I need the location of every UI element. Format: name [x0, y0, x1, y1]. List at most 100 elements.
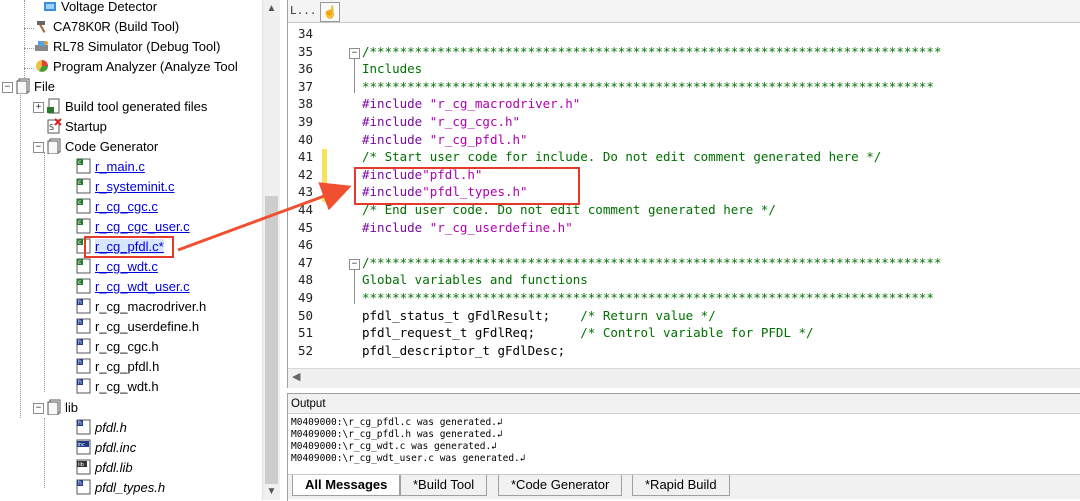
changed-lines-marker: [322, 149, 327, 202]
code-line[interactable]: #include "r_cg_cgc.h": [362, 114, 520, 129]
svg-text:h: h: [78, 339, 82, 346]
scroll-down-icon[interactable]: ▼: [263, 483, 280, 500]
expand-build-files-toggle[interactable]: +: [33, 102, 44, 113]
output-tab[interactable]: *Rapid Build: [632, 475, 730, 496]
scroll-left-icon[interactable]: ◀: [292, 370, 300, 383]
declaration: pfdl_status_t gFdlResult;: [362, 307, 551, 323]
output-message: M0409000:\r_cg_pfdl.h was generated.↲: [291, 429, 503, 440]
c-file-icon: c: [76, 198, 91, 214]
h-file-icon: h: [76, 318, 91, 334]
line-number: 38: [298, 96, 314, 112]
preprocessor-directive: #include: [362, 114, 423, 129]
h-file-icon: h: [76, 338, 91, 354]
collapse-file-toggle[interactable]: −: [2, 82, 13, 93]
tree-scroll-thumb[interactable]: [265, 196, 278, 484]
code-line[interactable]: /***************************************…: [362, 255, 941, 270]
scroll-up-icon[interactable]: ▲: [263, 0, 280, 17]
hand-icon[interactable]: ☝: [320, 2, 340, 22]
tree-item-pfdl-inc[interactable]: inc pfdl.inc: [76, 438, 136, 458]
svg-text:h: h: [78, 379, 82, 386]
include-path: "r_cg_userdefine.h": [422, 219, 573, 235]
code-line[interactable]: ****************************************…: [362, 290, 934, 305]
output-messages: M0409000:\r_cg_pfdl.c was generated.↲ M04…: [291, 417, 526, 465]
code-line[interactable]: /* Start user code for include. Do not e…: [362, 149, 881, 164]
collapse-code-generator-toggle[interactable]: −: [33, 142, 44, 153]
line-number: 45: [298, 219, 314, 235]
code-line[interactable]: Includes: [362, 61, 422, 76]
peripheral-icon: [44, 2, 56, 11]
h-file-icon: h: [76, 298, 91, 314]
tree-item-pfdl-h[interactable]: h pfdl.h: [76, 418, 127, 438]
code-line[interactable]: /***************************************…: [362, 44, 941, 59]
tree-item-r-cg-macrodriver-h[interactable]: h r_cg_macrodriver.h: [76, 297, 206, 317]
tree-item-r-cg-cgc-user-c[interactable]: c r_cg_cgc_user.c: [76, 217, 190, 237]
line-number: 37: [298, 78, 314, 94]
line-number: 50: [298, 307, 314, 323]
tree-item-r-main-c[interactable]: c r_main.c: [76, 157, 145, 177]
tree-item-r-cg-wdt-c[interactable]: c r_cg_wdt.c: [76, 257, 158, 277]
tree-item-analyze-tool[interactable]: Program Analyzer (Analyze Tool: [34, 57, 238, 77]
tree-item-lib[interactable]: lib: [46, 398, 78, 418]
svg-text:h: h: [78, 420, 82, 427]
h-file-icon: h: [76, 358, 91, 374]
output-tab[interactable]: *Code Generator: [498, 475, 623, 496]
output-tab[interactable]: All Messages: [292, 475, 401, 496]
svg-text:c: c: [78, 259, 81, 266]
svg-text:c: c: [78, 219, 81, 226]
c-file-icon: c: [76, 218, 91, 234]
tree-item-build-tool[interactable]: CA78K0R (Build Tool): [34, 17, 179, 37]
line-number: 34: [298, 26, 314, 41]
svg-text:h: h: [78, 359, 82, 366]
tree-item-r-cg-userdefine-h[interactable]: h r_cg_userdefine.h: [76, 317, 199, 337]
tree-item-file[interactable]: File: [15, 77, 55, 97]
folder-icon: [16, 78, 30, 94]
include-path: "r_cg_cgc.h": [422, 114, 521, 129]
tree-item-debug-tool[interactable]: RL78 Simulator (Debug Tool): [34, 37, 220, 57]
line-number: 43: [298, 184, 314, 200]
tree-item-r-cg-cgc-c[interactable]: c r_cg_cgc.c: [76, 197, 158, 217]
line-column-header: L...: [290, 4, 317, 17]
tree-scrollbar[interactable]: ▲ ▼: [262, 0, 280, 500]
highlight-box-tree: [84, 236, 174, 258]
tree-item-build-tool-generated-files[interactable]: Build tool generated files: [46, 97, 207, 117]
editor-horizontal-scrollbar[interactable]: ◀: [288, 368, 1080, 388]
svg-text:inc: inc: [78, 442, 86, 448]
declaration: pfdl_descriptor_t gFdlDesc;: [362, 342, 566, 358]
output-tab[interactable]: *Build Tool: [400, 475, 488, 496]
svg-text:h: h: [78, 299, 82, 306]
fold-line: [354, 57, 355, 93]
code-line[interactable]: #include "r_cg_macrodriver.h": [362, 96, 580, 111]
tree-item-r-cg-wdt-user-c[interactable]: c r_cg_wdt_user.c: [76, 277, 190, 297]
code-line[interactable]: pfdl_request_t gFdlReq; /* Control varia…: [362, 325, 814, 340]
tree-item-r-systeminit-c[interactable]: c r_systeminit.c: [76, 177, 174, 197]
preprocessor-directive: #include: [362, 219, 423, 235]
code-line[interactable]: pfdl_status_t gFdlResult; /* Return valu…: [362, 308, 716, 323]
line-number: 52: [298, 342, 314, 358]
simulator-icon: [35, 41, 48, 51]
preprocessor-directive: #include: [362, 131, 423, 147]
line-number: 46: [298, 237, 314, 253]
line-number: 48: [298, 272, 314, 288]
code-line[interactable]: #include "r_cg_userdefine.h": [362, 220, 573, 235]
code-line[interactable]: #include "r_cg_pfdl.h": [362, 132, 528, 147]
tree-item-r-cg-pfdl-h[interactable]: h r_cg_pfdl.h: [76, 357, 159, 377]
tree-item-voltage-detector[interactable]: Voltage Detector: [42, 0, 157, 17]
code-line[interactable]: Global variables and functions: [362, 272, 588, 287]
code-line[interactable]: pfdl_descriptor_t gFdlDesc;: [362, 343, 565, 358]
c-file-icon: c: [76, 278, 91, 294]
svg-text:c: c: [78, 279, 81, 286]
tree-item-startup[interactable]: S Startup: [46, 117, 107, 137]
collapse-lib-toggle[interactable]: −: [33, 403, 44, 414]
tree-item-pfdl-lib[interactable]: lib pfdl.lib: [76, 458, 133, 478]
tree-item-pfdl-types-h[interactable]: h pfdl_types.h: [76, 478, 165, 498]
declaration: pfdl_request_t gFdlReq;: [362, 325, 536, 341]
tree-item-code-generator[interactable]: Code Generator: [46, 137, 158, 157]
svg-text:lib: lib: [78, 462, 84, 468]
output-title: Output: [288, 394, 1080, 414]
code-line[interactable]: ****************************************…: [362, 79, 934, 94]
include-path: "r_cg_macrodriver.h": [422, 96, 581, 112]
tree-item-r-cg-wdt-h[interactable]: h r_cg_wdt.h: [76, 377, 159, 397]
tree-item-r-cg-cgc-h[interactable]: h r_cg_cgc.h: [76, 337, 159, 357]
line-number: 47: [298, 254, 314, 270]
line-number: 35: [298, 43, 314, 59]
